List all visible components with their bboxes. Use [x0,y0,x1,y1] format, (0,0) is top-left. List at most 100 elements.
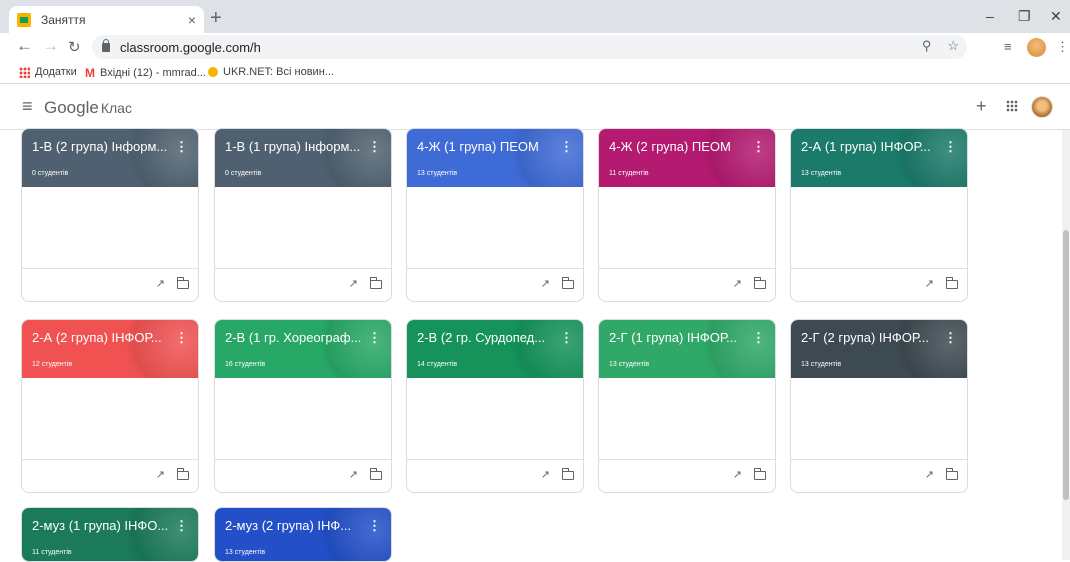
classroom-app-bar: ≡ Google Клас + [0,85,1070,130]
account-avatar[interactable] [1031,96,1053,118]
browser-menu-icon[interactable]: ⋮ [1056,39,1069,55]
drive-folder-icon[interactable] [369,468,382,480]
new-tab-button[interactable]: + [210,7,222,30]
more-options-icon[interactable]: ⋮ [560,330,573,346]
class-theme-illustration [695,129,775,187]
class-card[interactable]: 1-В (1 група) Інформ... ⋮ 0 студентів ↗ [214,128,392,302]
more-options-icon[interactable]: ⋮ [944,139,957,155]
profile-avatar-small[interactable] [1027,38,1046,57]
drive-folder-icon[interactable] [176,468,189,480]
class-card-header[interactable]: 2-муз (2 група) ІНФ... ⋮ 13 студентів [215,508,391,561]
class-card[interactable]: 2-Г (2 група) ІНФОР... ⋮ 13 студентів ↗ [790,319,968,493]
class-card-header[interactable]: 2-В (1 гр. Хореограф... ⋮ 16 студентів [215,320,391,378]
student-count: 0 студентів [32,170,69,177]
forward-icon[interactable]: → [42,36,59,56]
grades-trend-icon[interactable]: ↗ [925,277,934,290]
class-theme-illustration [118,320,198,378]
class-name[interactable]: 2-Г (1 група) ІНФОР... [609,330,737,345]
class-card-header[interactable]: 2-Г (1 група) ІНФОР... ⋮ 13 студентів [599,320,775,378]
class-card-header[interactable]: 4-Ж (2 група) ПЕОМ ⋮ 11 студентів [599,129,775,187]
drive-folder-icon[interactable] [753,277,766,289]
class-name[interactable]: 2-В (2 гр. Сурдопед... [417,330,545,345]
more-options-icon[interactable]: ⋮ [944,330,957,346]
grades-trend-icon[interactable]: ↗ [156,468,165,481]
grades-trend-icon[interactable]: ↗ [349,277,358,290]
bookmark-ukrnet[interactable]: UKR.NET: Всі новин... [208,66,334,78]
drive-folder-icon[interactable] [369,277,382,289]
grades-trend-icon[interactable]: ↗ [156,277,165,290]
class-name[interactable]: 2-муз (1 група) ІНФО... [32,518,168,533]
tab-close-icon[interactable]: × [188,12,196,28]
drive-folder-icon[interactable] [561,468,574,480]
class-card-header[interactable]: 2-А (2 група) ІНФОР... ⋮ 12 студентів [22,320,198,378]
class-card[interactable]: 2-муз (2 група) ІНФ... ⋮ 13 студентів [214,507,392,562]
more-options-icon[interactable]: ⋮ [560,139,573,155]
minimize-icon[interactable]: – [986,8,994,24]
class-name[interactable]: 2-А (2 група) ІНФОР... [32,330,162,345]
class-name[interactable]: 2-А (1 група) ІНФОР... [801,139,931,154]
restore-icon[interactable]: ❐ [1018,8,1031,25]
class-card[interactable]: 2-А (1 група) ІНФОР... ⋮ 13 студентів ↗ [790,128,968,302]
drive-folder-icon[interactable] [945,468,958,480]
more-options-icon[interactable]: ⋮ [752,330,765,346]
more-options-icon[interactable]: ⋮ [175,330,188,346]
class-name[interactable]: 2-В (1 гр. Хореограф... [225,330,361,345]
class-card-header[interactable]: 2-Г (2 група) ІНФОР... ⋮ 13 студентів [791,320,967,378]
class-card[interactable]: 2-муз (1 група) ІНФО... ⋮ 11 студентів [21,507,199,562]
drive-folder-icon[interactable] [176,277,189,289]
class-name[interactable]: 1-В (2 група) Інформ... [32,139,167,154]
main-menu-icon[interactable]: ≡ [22,96,33,117]
drive-folder-icon[interactable] [561,277,574,289]
class-card[interactable]: 1-В (2 група) Інформ... ⋮ 0 студентів ↗ [21,128,199,302]
more-options-icon[interactable]: ⋮ [175,518,188,534]
drive-folder-icon[interactable] [753,468,766,480]
class-card-header[interactable]: 4-Ж (1 група) ПЕОМ ⋮ 13 студентів [407,129,583,187]
class-card[interactable]: 2-Г (1 група) ІНФОР... ⋮ 13 студентів ↗ [598,319,776,493]
class-name[interactable]: 4-Ж (1 група) ПЕОМ [417,139,539,154]
bookmark-star-icon[interactable]: ☆ [947,38,959,54]
more-options-icon[interactable]: ⋮ [752,139,765,155]
class-card[interactable]: 4-Ж (2 група) ПЕОМ ⋮ 11 студентів ↗ [598,128,776,302]
class-card[interactable]: 2-В (1 гр. Хореограф... ⋮ 16 студентів ↗ [214,319,392,493]
grades-trend-icon[interactable]: ↗ [541,277,550,290]
class-name[interactable]: 2-муз (2 група) ІНФ... [225,518,351,533]
address-bar[interactable]: classroom.google.com/h ⚲ ☆ [92,35,967,59]
browser-toolbar: ← → ↻ classroom.google.com/h ⚲ ☆ ≡ ⋮ [0,33,1070,62]
scrollbar-thumb[interactable] [1063,230,1069,500]
google-apps-icon[interactable] [1006,100,1018,112]
create-class-icon[interactable]: + [976,96,987,117]
grades-trend-icon[interactable]: ↗ [733,277,742,290]
class-name[interactable]: 2-Г (2 група) ІНФОР... [801,330,929,345]
class-card[interactable]: 2-А (2 група) ІНФОР... ⋮ 12 студентів ↗ [21,319,199,493]
reload-icon[interactable]: ↻ [68,38,81,56]
class-card-header[interactable]: 1-В (2 група) Інформ... ⋮ 0 студентів [22,129,198,187]
more-options-icon[interactable]: ⋮ [368,518,381,534]
class-theme-illustration [503,320,583,378]
class-card-body [407,378,583,460]
grades-trend-icon[interactable]: ↗ [541,468,550,481]
drive-folder-icon[interactable] [945,277,958,289]
back-icon[interactable]: ← [16,36,33,56]
more-options-icon[interactable]: ⋮ [368,330,381,346]
class-card-header[interactable]: 2-В (2 гр. Сурдопед... ⋮ 14 студентів [407,320,583,378]
bookmark-gmail[interactable]: M Вхідні (12) - mmrad... [85,66,206,80]
grades-trend-icon[interactable]: ↗ [349,468,358,481]
close-window-icon[interactable]: ✕ [1050,8,1062,25]
class-card[interactable]: 4-Ж (1 група) ПЕОМ ⋮ 13 студентів ↗ [406,128,584,302]
more-options-icon[interactable]: ⋮ [175,139,188,155]
more-options-icon[interactable]: ⋮ [368,139,381,155]
class-name[interactable]: 4-Ж (2 група) ПЕОМ [609,139,731,154]
ukrnet-icon [208,67,218,77]
zoom-icon[interactable]: ⚲ [922,38,932,54]
bookmark-apps[interactable]: Додатки [19,66,77,78]
class-card[interactable]: 2-В (2 гр. Сурдопед... ⋮ 14 студентів ↗ [406,319,584,493]
grades-trend-icon[interactable]: ↗ [925,468,934,481]
reading-list-icon[interactable]: ≡ [1004,39,1012,54]
class-card-header[interactable]: 1-В (1 група) Інформ... ⋮ 0 студентів [215,129,391,187]
class-card-header[interactable]: 2-муз (1 група) ІНФО... ⋮ 11 студентів [22,508,198,561]
class-card-header[interactable]: 2-А (1 група) ІНФОР... ⋮ 13 студентів [791,129,967,187]
classroom-logo[interactable]: Google Клас [44,98,132,118]
class-name[interactable]: 1-В (1 група) Інформ... [225,139,360,154]
browser-tab[interactable]: Заняття × [9,6,204,33]
grades-trend-icon[interactable]: ↗ [733,468,742,481]
